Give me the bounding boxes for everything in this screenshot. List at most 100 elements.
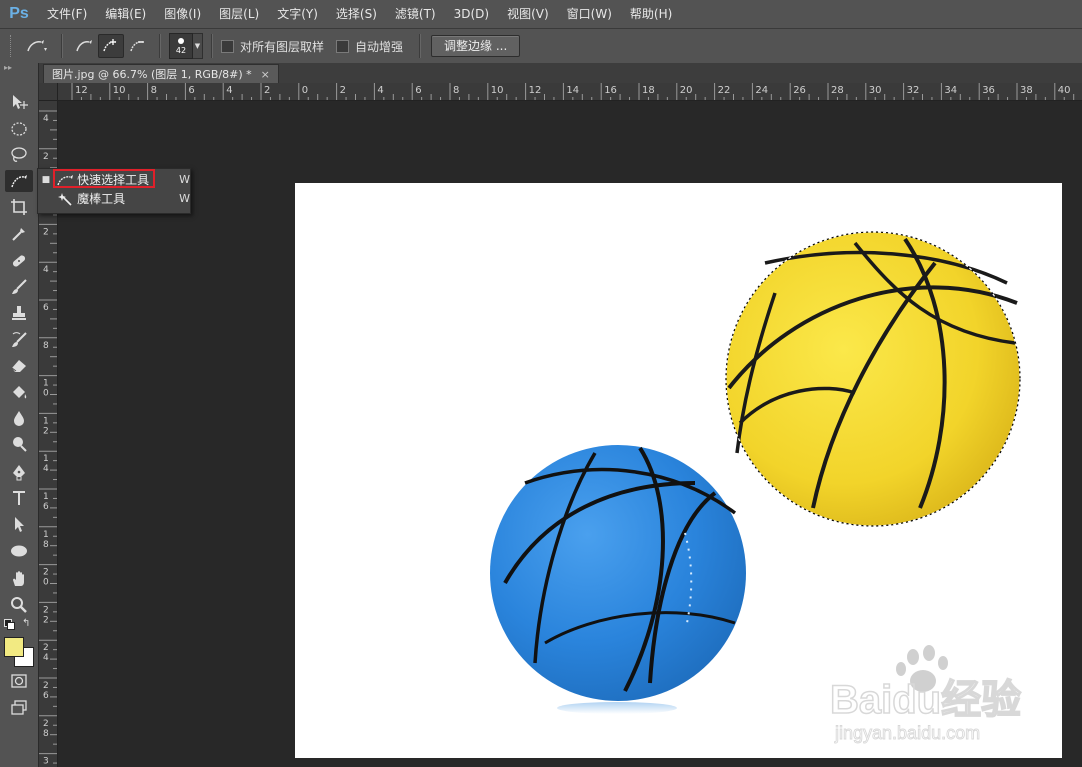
sample-all-layers-checkbox[interactable] [221,39,234,53]
options-divider [61,34,63,58]
paint-bucket-icon [13,386,27,399]
ruler-label: 14 [566,85,579,96]
ruler-label: 20 [680,85,693,96]
menu-type[interactable]: 文字(Y) [268,0,327,28]
horizontal-ruler[interactable]: 12 10 8 6 4 2 0 2 4 6 8 10 12 14 16 18 20 22 24 26 28 30 32 34 3… [58,83,1082,101]
ruler-label: 32 [907,85,920,96]
quick-selection-icon [11,175,27,188]
pen-icon [13,465,25,481]
crop-tool[interactable] [5,196,33,218]
subtract-from-selection-button[interactable] [126,35,150,57]
marquee-tool[interactable] [5,118,33,140]
ruler-label: 1 [43,492,49,502]
ruler-label: 8 [43,341,49,351]
paint-bucket-tool[interactable] [5,381,33,403]
menu-window[interactable]: 窗口(W) [558,0,621,28]
auto-enhance-checkbox[interactable] [336,39,350,53]
menu-image[interactable]: 图像(I) [155,0,210,28]
history-brush-tool[interactable] [5,329,33,351]
selected-bullet: ■ [41,174,51,185]
ruler-label: 2 [43,227,49,237]
magic-wand-icon [54,191,77,207]
options-grip[interactable] [10,35,15,57]
eraser-tool[interactable] [5,354,33,376]
menu-filter[interactable]: 滤镜(T) [386,0,445,28]
ruler-label: 26 [793,85,806,96]
tools-panel: ▸▸ ↰ [0,63,39,767]
menu-select[interactable]: 选择(S) [327,0,386,28]
menu-view[interactable]: 视图(V) [498,0,558,28]
path-selection-tool[interactable] [5,513,33,535]
brush-size-picker[interactable]: 42 [169,33,193,59]
move-tool[interactable] [5,91,33,113]
sample-all-layers-option[interactable]: 对所有图层取样 [221,38,324,55]
svg-text:Baidu经验: Baidu经验 [830,678,1021,722]
shortcut-key: W [179,192,190,205]
collapse-panel-icon[interactable]: ▸▸ [0,63,38,73]
ruler-label: 12 [75,85,88,96]
healing-brush-tool[interactable] [5,250,33,272]
tool-flyout-menu: ■ 快速选择工具 W 魔棒工具 W [37,168,191,214]
new-selection-button[interactable] [72,35,96,57]
tool-preset-picker[interactable] [22,35,52,57]
eyedropper-tool[interactable] [5,223,33,245]
document-canvas[interactable]: Baidu经验 jingyan.baidu.com [295,183,1062,758]
swap-colors-icon[interactable]: ↰ [22,618,30,629]
ruler-ticks: 12 10 8 6 4 2 0 2 4 6 8 10 12 14 16 18 20 22 24 26 28 30 32 34 3… [71,83,1075,100]
ruler-label: 28 [831,85,844,96]
hand-icon [13,571,24,586]
canvas-image: Baidu经验 jingyan.baidu.com [490,231,1022,743]
pen-tool[interactable] [5,461,33,483]
ruler-label: 2 [340,85,346,96]
ruler-label: 0 [43,389,49,399]
brush-add-icon [103,39,117,52]
type-tool[interactable] [5,487,33,509]
screen-mode-button[interactable] [5,697,33,719]
options-divider [419,34,422,58]
ruler-label: 30 [869,85,882,96]
ruler-label: 3 [43,757,49,767]
menu-3d[interactable]: 3D(D) [445,0,498,28]
eraser-icon [11,360,26,372]
quick-mask-button[interactable] [5,670,33,692]
ruler-label: 18 [642,85,655,96]
chevron-down-icon[interactable]: ▼ [193,33,203,59]
ruler-label: 4 [226,85,232,96]
ruler-label: 2 [43,152,49,162]
type-icon [13,491,25,505]
ruler-label: 2 [43,605,49,615]
ruler-label: 40 [1058,85,1071,96]
brush-tool[interactable] [5,276,33,298]
document-title: 图片.jpg @ 66.7% (图层 1, RGB/8#) * [52,67,252,81]
refine-edge-button[interactable]: 调整边缘 ... [431,35,521,57]
ruler-origin[interactable] [39,83,58,101]
document-tab[interactable]: 图片.jpg @ 66.7% (图层 1, RGB/8#) * × [43,64,279,84]
auto-enhance-option[interactable]: 自动增强 [336,38,403,55]
dodge-tool[interactable] [5,433,33,455]
ellipse-shape-tool[interactable] [5,540,33,562]
lasso-tool[interactable] [5,144,33,166]
quick-selection-tool[interactable] [5,170,33,192]
clone-stamp-tool[interactable] [5,302,33,324]
blur-tool[interactable] [5,407,33,429]
menu-edit[interactable]: 编辑(E) [96,0,155,28]
foreground-color-swatch[interactable] [4,637,24,657]
ruler-label: 6 [415,85,421,96]
flyout-item-magic-wand[interactable]: 魔棒工具 W [38,189,190,208]
menu-layer[interactable]: 图层(L) [210,0,268,28]
flyout-item-label: 魔棒工具 [77,192,126,206]
hand-tool[interactable] [5,568,33,590]
ruler-label: 34 [944,85,957,96]
default-colors-icon[interactable] [4,619,15,630]
ruler-label: 16 [604,85,617,96]
add-to-selection-button[interactable] [98,34,124,58]
menu-file[interactable]: 文件(F) [38,0,96,28]
close-icon[interactable]: × [261,66,270,84]
ruler-label: 4 [43,265,49,275]
ruler-label: 4 [43,114,49,124]
path-selection-icon [15,517,24,532]
ruler-label: 1 [43,416,49,426]
menu-help[interactable]: 帮助(H) [621,0,681,28]
zoom-tool[interactable] [5,594,33,616]
ruler-label: 6 [43,303,49,313]
